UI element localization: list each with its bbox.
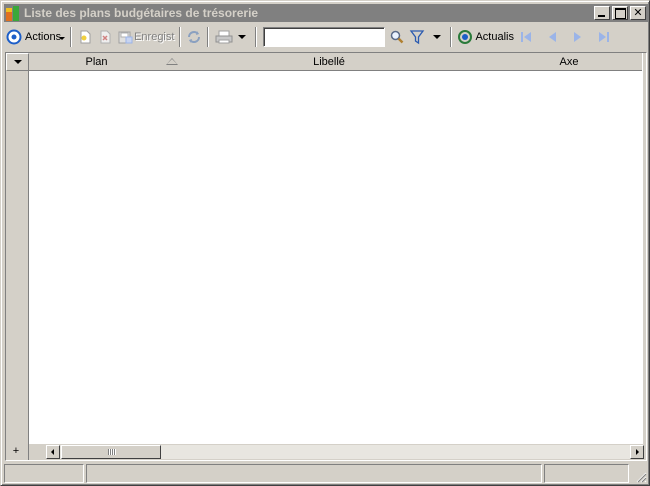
save-icon [117, 29, 133, 45]
scroll-left-button[interactable] [46, 445, 60, 459]
toolbar-separator [255, 27, 258, 47]
toolbar: Actions Enregist Actualis [4, 25, 648, 49]
delete-button[interactable] [95, 26, 115, 48]
first-record-icon [518, 29, 534, 45]
new-button[interactable] [75, 26, 95, 48]
last-record-icon [596, 29, 612, 45]
column-header-libelle[interactable]: Libellé [164, 53, 494, 71]
row-header-column [6, 53, 29, 460]
grip-icon [107, 449, 115, 455]
main-window: Liste des plans budgétaires de trésoreri… [0, 0, 650, 486]
column-chooser-button[interactable] [6, 53, 29, 71]
resize-grip-icon[interactable] [635, 471, 647, 483]
actions-icon [6, 29, 22, 45]
refresh-button[interactable]: Actualis [455, 26, 516, 48]
status-panel-middle [86, 464, 542, 483]
title-bar[interactable]: Liste des plans budgétaires de trésoreri… [4, 4, 648, 22]
refresh-icon [457, 29, 473, 45]
scroll-thumb[interactable] [61, 445, 161, 459]
column-header-axe[interactable]: Axe [494, 53, 644, 71]
search-input[interactable] [263, 27, 386, 47]
filter-icon [409, 29, 425, 45]
app-logo-icon [5, 5, 21, 21]
status-bar [4, 464, 648, 484]
refresh-label: Actualis [475, 31, 514, 43]
actions-dropdown-arrow-icon [59, 36, 66, 40]
toolbar-separator [450, 27, 453, 47]
toolbar-separator [207, 27, 210, 47]
grid-rows-area[interactable] [29, 71, 644, 444]
minimize-button[interactable] [594, 6, 610, 20]
print-button[interactable] [212, 26, 252, 48]
sync-button[interactable] [184, 26, 204, 48]
column-headers: Plan Libellé Axe [29, 53, 644, 71]
actions-menu-button[interactable]: Actions [4, 26, 67, 48]
nav-previous-button[interactable] [542, 26, 562, 48]
next-record-icon [570, 29, 586, 45]
status-panel-right [544, 464, 629, 483]
delete-icon [97, 29, 113, 45]
toolbar-separator [179, 27, 182, 47]
nav-first-button[interactable] [516, 26, 536, 48]
add-row-button[interactable]: + [9, 445, 23, 459]
close-button[interactable]: ✕ [630, 6, 646, 20]
printer-icon [214, 29, 234, 45]
column-chooser-dropdown-icon [13, 60, 22, 64]
save-label: Enregist [134, 31, 175, 43]
window-title: Liste des plans budgétaires de trésoreri… [24, 6, 259, 20]
status-panel-left [4, 464, 84, 483]
filter-dropdown-icon[interactable] [433, 35, 442, 39]
previous-record-icon [544, 29, 560, 45]
maximize-button[interactable] [612, 6, 628, 20]
data-grid[interactable]: Plan Libellé Axe + [5, 52, 647, 461]
sync-icon [186, 29, 202, 45]
search-icon [389, 29, 405, 45]
grid-right-edge [642, 53, 646, 460]
filter-button[interactable] [407, 26, 447, 48]
toolbar-separator [70, 27, 73, 47]
column-header-plan[interactable]: Plan [29, 53, 164, 71]
save-button[interactable]: Enregist [115, 26, 176, 48]
horizontal-scrollbar[interactable] [46, 445, 644, 459]
new-document-icon [77, 29, 93, 45]
print-dropdown-icon[interactable] [238, 35, 247, 39]
nav-last-button[interactable] [594, 26, 614, 48]
scroll-right-button[interactable] [630, 445, 644, 459]
search-button[interactable] [387, 26, 407, 48]
actions-label: Actions [25, 31, 62, 43]
nav-next-button[interactable] [568, 26, 588, 48]
